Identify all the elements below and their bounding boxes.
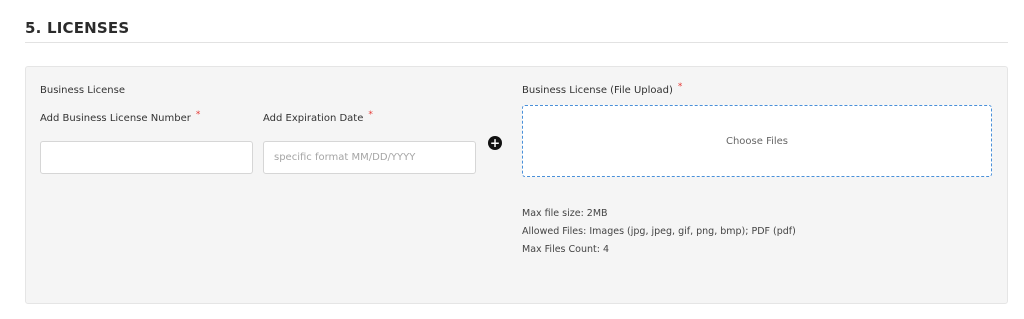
choose-files-button[interactable]: Choose Files xyxy=(726,136,788,147)
allowed-files-note: Allowed Files: Images (jpg, jpeg, gif, p… xyxy=(522,226,796,237)
file-upload-label: Business License (File Upload) * xyxy=(522,82,683,96)
license-number-label: Add Business License Number * xyxy=(40,110,201,124)
plus-circle-icon[interactable]: + xyxy=(488,136,502,150)
required-asterisk: * xyxy=(368,110,373,120)
required-asterisk: * xyxy=(195,110,201,120)
section-title: 5. LICENSES xyxy=(25,19,130,37)
section-divider xyxy=(25,42,1008,43)
file-upload-dropzone[interactable]: Choose Files xyxy=(522,105,992,177)
license-number-label-text: Add Business License Number xyxy=(40,113,191,124)
required-asterisk: * xyxy=(677,82,683,92)
business-license-group-label: Business License xyxy=(40,85,125,96)
expiration-date-label-text: Add Expiration Date xyxy=(263,113,364,124)
licenses-card xyxy=(25,66,1008,304)
expiration-date-label: Add Expiration Date * xyxy=(263,110,373,124)
max-files-count-note: Max Files Count: 4 xyxy=(522,244,610,255)
expiration-date-input[interactable] xyxy=(263,141,476,174)
license-number-input[interactable] xyxy=(40,141,253,174)
max-file-size-note: Max file size: 2MB xyxy=(522,208,608,219)
file-upload-label-text: Business License (File Upload) xyxy=(522,85,673,96)
